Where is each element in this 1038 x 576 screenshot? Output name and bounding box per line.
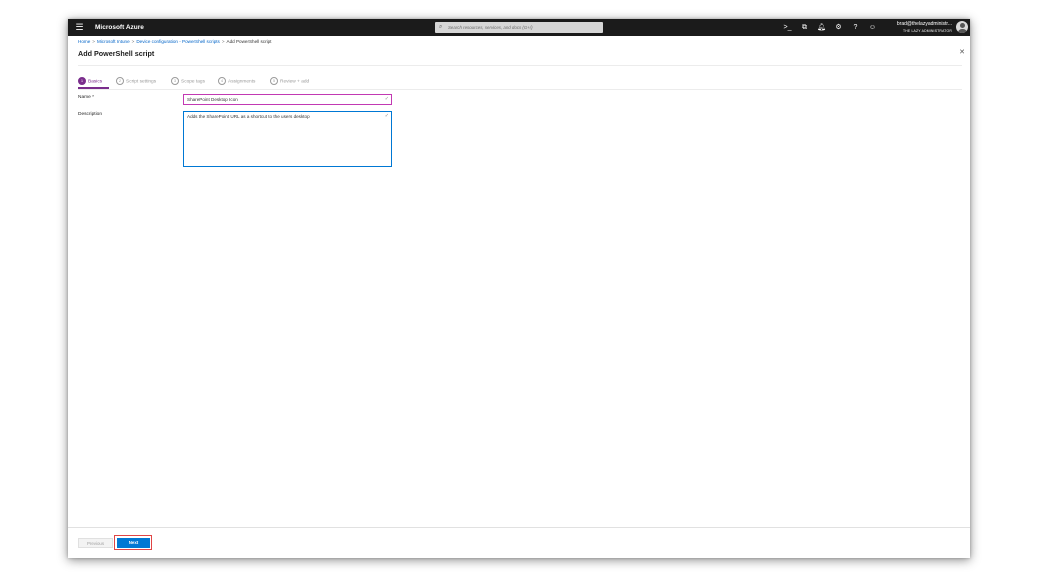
breadcrumb-intune[interactable]: Microsoft Intune — [97, 39, 130, 44]
title-divider — [78, 65, 962, 66]
tabs-divider — [78, 89, 962, 90]
tab-label: Script settings — [126, 79, 157, 85]
azure-portal-window: ☰ Microsoft Azure ⌕ Search resources, se… — [68, 19, 970, 558]
tab-basics[interactable]: 1 Basics — [78, 77, 109, 89]
next-button[interactable]: Next — [117, 538, 150, 548]
settings-icon[interactable]: ⚙ — [830, 19, 847, 36]
breadcrumb-separator: > — [92, 39, 95, 44]
search-icon: ⌕ — [439, 24, 443, 30]
breadcrumb-separator: > — [131, 39, 135, 44]
name-value: SharePoint Desktop Icon — [187, 97, 238, 102]
tab-review-add[interactable]: 5 Review + add — [270, 77, 309, 89]
footer-divider — [68, 527, 970, 528]
avatar[interactable] — [956, 21, 968, 33]
tab-step-number: 4 — [218, 77, 226, 85]
top-bar-icons: >_ ⧉ 🔔︎ ⚙ ? ☺ — [779, 19, 881, 36]
description-label: Description — [78, 112, 102, 117]
avatar-body — [957, 28, 967, 33]
brand-title[interactable]: Microsoft Azure — [95, 19, 144, 36]
close-icon[interactable]: ✕ — [958, 49, 966, 57]
name-label: Name * — [78, 95, 94, 100]
search-placeholder: Search resources, services, and docs (G+… — [448, 25, 533, 30]
checkmark-icon: ✓ — [384, 113, 389, 119]
breadcrumb-separator: > — [221, 39, 225, 44]
description-field[interactable]: Adds the SharePoint URL as a shortcut to… — [183, 111, 392, 167]
tab-label: Assignments — [228, 79, 256, 85]
help-icon[interactable]: ? — [847, 19, 864, 36]
description-value: Adds the SharePoint URL as a shortcut to… — [187, 114, 310, 119]
tab-label: Scope tags — [181, 79, 206, 85]
tab-step-number: 2 — [116, 77, 124, 85]
account-org: THE LAZY ADMINISTRATOR — [902, 29, 952, 33]
tab-label: Basics — [88, 79, 103, 85]
hamburger-icon[interactable]: ☰ — [74, 22, 85, 33]
breadcrumb-powershell-scripts[interactable]: Device configuration - PowerShell script… — [136, 39, 220, 44]
breadcrumb-current: Add PowerShell script — [226, 39, 272, 44]
account-email: brad@thelazyadministr... — [896, 21, 952, 27]
page-title: Add PowerShell script — [78, 49, 155, 58]
avatar-head — [959, 23, 965, 28]
top-bar: ☰ Microsoft Azure ⌕ Search resources, se… — [68, 19, 970, 36]
previous-button[interactable]: Previous — [78, 538, 113, 548]
tab-assignments[interactable]: 4 Assignments — [218, 77, 255, 89]
breadcrumb-home[interactable]: Home — [78, 39, 90, 44]
directory-filter-icon[interactable]: ⧉ — [796, 19, 813, 36]
tab-label: Review + add — [280, 79, 310, 85]
global-search-input[interactable]: ⌕ Search resources, services, and docs (… — [435, 22, 603, 33]
notifications-icon[interactable]: 🔔︎ — [813, 19, 830, 36]
breadcrumb: Home > Microsoft Intune > Device configurati… — [78, 38, 271, 46]
tab-scope-tags[interactable]: 3 Scope tags — [171, 77, 205, 89]
tab-script-settings[interactable]: 2 Script settings — [116, 77, 156, 89]
cloud-shell-icon[interactable]: >_ — [779, 19, 796, 36]
tab-step-number: 5 — [270, 77, 278, 85]
tab-step-number: 3 — [171, 77, 179, 85]
account-info[interactable]: brad@thelazyadministr... THE LAZY ADMINI… — [876, 20, 952, 35]
checkmark-icon: ✓ — [384, 96, 389, 102]
tab-step-number: 1 — [78, 77, 86, 85]
name-field[interactable]: SharePoint Desktop Icon ✓ — [183, 94, 392, 105]
